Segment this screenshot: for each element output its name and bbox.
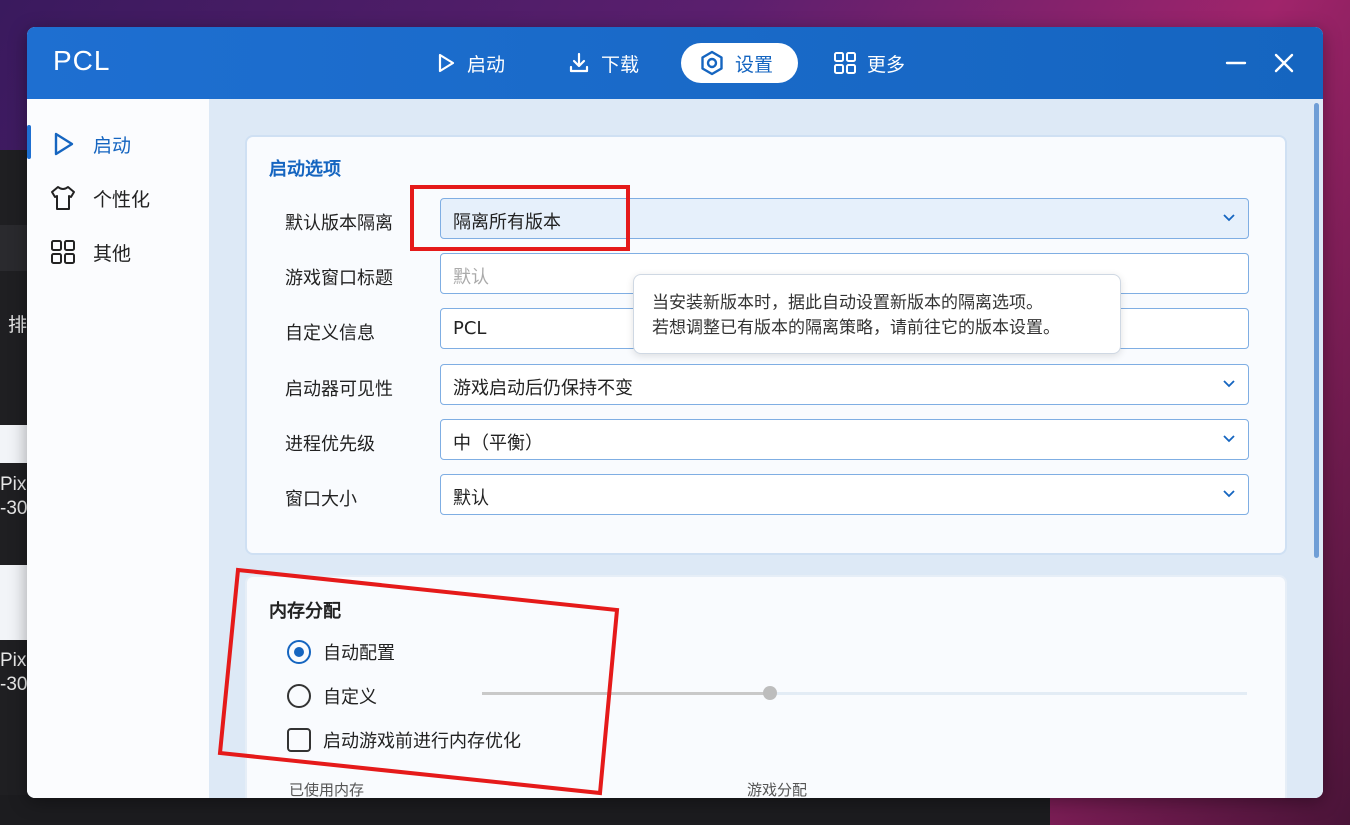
- sidebar-item-personalize[interactable]: 个性化: [27, 176, 209, 218]
- tooltip-line-1: 当安装新版本时，据此自动设置新版本的隔离选项。: [652, 293, 1043, 313]
- chevron-down-icon: [1223, 380, 1235, 388]
- launcher-visibility-value: 游戏启动后仍保持不变: [453, 378, 633, 399]
- desktop-text-fragment: -30: [0, 498, 28, 519]
- window-size-select[interactable]: 默认: [440, 474, 1249, 515]
- sidebar-item-label: 启动: [93, 135, 132, 157]
- process-priority-select[interactable]: 中（平衡）: [440, 419, 1249, 460]
- memory-slider-thumb[interactable]: [763, 686, 778, 700]
- version-isolation-value: 隔离所有版本: [453, 212, 561, 233]
- window-size-label: 窗口大小: [285, 489, 357, 510]
- close-icon[interactable]: [1270, 49, 1298, 77]
- nav-more-label: 更多: [867, 53, 906, 76]
- nav-more-button[interactable]: 更多: [833, 43, 933, 83]
- desktop-text-fragment: -30: [0, 674, 28, 695]
- sidebar-item-other[interactable]: 其他: [27, 230, 209, 272]
- sidebar-item-label: 个性化: [93, 189, 151, 211]
- process-priority-value: 中（平衡）: [453, 433, 543, 454]
- app-title: PCL: [53, 45, 111, 76]
- tooltip-line-2: 若想调整已有版本的隔离策略，请前往它的版本设置。: [652, 318, 1060, 338]
- sidebar-item-launch[interactable]: 启动: [27, 122, 209, 164]
- chevron-down-icon: [1223, 435, 1235, 443]
- launch-options-title: 启动选项: [269, 159, 341, 180]
- custom-info-label: 自定义信息: [285, 323, 375, 344]
- window-title-label: 游戏窗口标题: [285, 268, 393, 289]
- custom-info-value: PCL: [453, 318, 487, 339]
- game-allocation-label: 游戏分配: [747, 781, 808, 798]
- nav-download-label: 下载: [601, 53, 640, 76]
- grid-icon: [834, 52, 856, 74]
- desktop-item-bar: [0, 225, 27, 271]
- launcher-visibility-label: 启动器可见性: [285, 379, 393, 400]
- window-title-placeholder: 默认: [453, 267, 489, 288]
- play-icon: [438, 53, 455, 73]
- sidebar: 启动 个性化 其他: [27, 99, 209, 798]
- minimize-icon[interactable]: [1222, 49, 1250, 77]
- play-icon: [54, 132, 74, 156]
- scrollbar[interactable]: [1314, 103, 1319, 558]
- isolation-tooltip: 当安装新版本时，据此自动设置新版本的隔离选项。 若想调整已有版本的隔离策略，请前…: [633, 274, 1121, 354]
- desktop-text-fragment: 排: [8, 315, 28, 336]
- desktop-thumbnail: [0, 425, 27, 463]
- window-size-value: 默认: [453, 488, 489, 509]
- process-priority-label: 进程优先级: [285, 434, 375, 455]
- version-isolation-select[interactable]: 隔离所有版本: [440, 198, 1249, 239]
- sidebar-item-label: 其他: [93, 243, 132, 265]
- nav-settings-label: 设置: [735, 53, 774, 76]
- nav-launch-button[interactable]: 启动: [435, 43, 535, 83]
- title-bar[interactable]: PCL 启动 下载 设置 更多: [27, 27, 1323, 99]
- launcher-visibility-select[interactable]: 游戏启动后仍保持不变: [440, 364, 1249, 405]
- grid-icon: [51, 240, 75, 264]
- nav-settings-button[interactable]: 设置: [681, 43, 798, 83]
- desktop-thumbnail: [0, 565, 27, 640]
- nav-download-button[interactable]: 下载: [567, 43, 667, 83]
- annotation-box: [217, 567, 620, 796]
- isolation-label: 默认版本隔离: [285, 213, 393, 234]
- settings-icon: [701, 50, 723, 76]
- chevron-down-icon: [1223, 490, 1235, 498]
- nav-launch-label: 启动: [467, 53, 506, 76]
- shirt-icon: [51, 186, 75, 210]
- chevron-down-icon: [1223, 214, 1235, 222]
- download-icon: [569, 52, 589, 73]
